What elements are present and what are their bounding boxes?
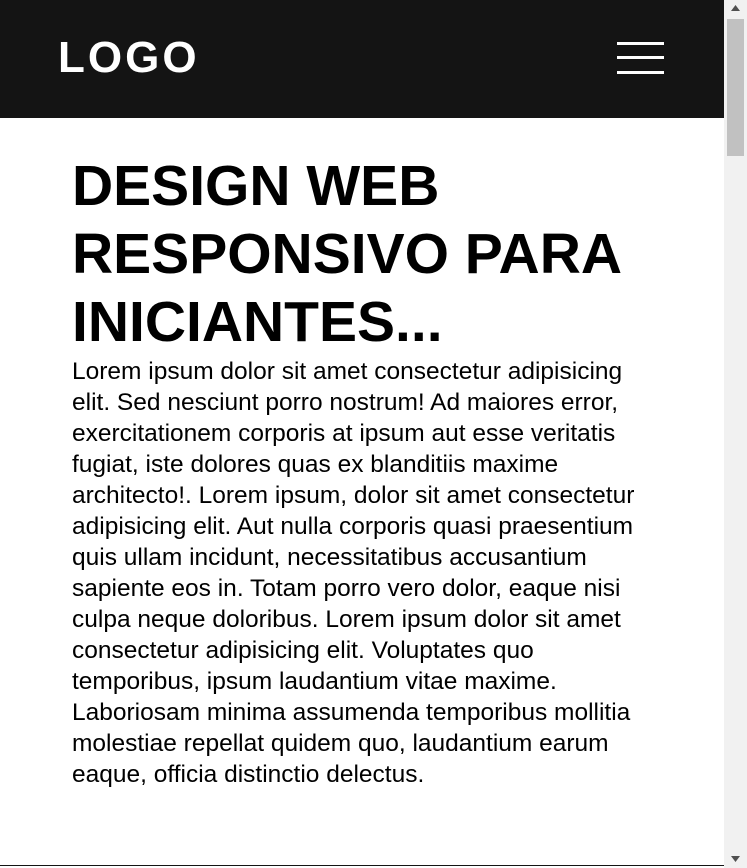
page-viewport: LOGO DESIGN WEB RESPONSIVO PARA INICIANT… (0, 0, 724, 866)
site-header: LOGO (0, 0, 724, 118)
footer-edge (0, 865, 724, 866)
hamburger-menu-icon[interactable] (617, 40, 665, 76)
logo[interactable]: LOGO (58, 33, 200, 83)
menu-bar-bottom (617, 71, 664, 74)
scrollbar-thumb[interactable] (727, 19, 744, 156)
body-paragraph: Lorem ipsum dolor sit amet consectetur a… (72, 358, 635, 788)
scroll-up-arrow-icon[interactable] (724, 0, 747, 17)
menu-bar-middle (617, 56, 664, 59)
scroll-down-arrow-icon[interactable] (724, 851, 747, 868)
main-content: DESIGN WEB RESPONSIVO PARA INICIANTES...… (72, 152, 662, 790)
vertical-scrollbar[interactable] (724, 0, 747, 868)
menu-bar-top (617, 42, 664, 45)
page-title: DESIGN WEB RESPONSIVO PARA INICIANTES... (72, 154, 620, 354)
